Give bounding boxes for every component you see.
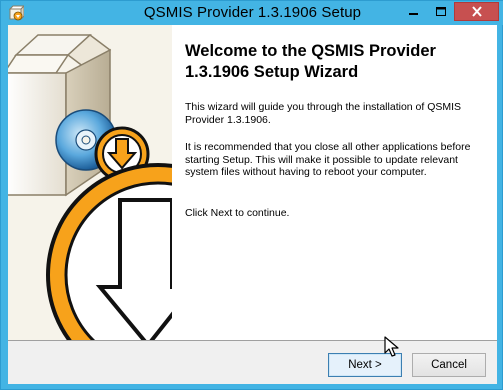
recommendation-text: It is recommended that you close all oth… xyxy=(185,141,471,178)
wizard-client-area: Welcome to the QSMIS Provider 1.3.1906 S… xyxy=(8,25,497,384)
wizard-footer: Next > Cancel xyxy=(8,341,497,384)
cancel-button[interactable]: Cancel xyxy=(412,353,486,377)
welcome-heading: Welcome to the QSMIS Provider 1.3.1906 S… xyxy=(185,42,436,81)
wizard-content: Welcome to the QSMIS Provider 1.3.1906 S… xyxy=(172,25,497,340)
minimize-button[interactable] xyxy=(401,2,427,21)
maximize-icon xyxy=(436,7,446,16)
minimize-icon xyxy=(409,12,418,15)
close-button[interactable] xyxy=(454,2,499,21)
intro-text: This wizard will guide you through the i… xyxy=(185,101,462,126)
installer-box-graphic xyxy=(8,34,172,340)
title-bar[interactable]: QSMIS Provider 1.3.1906 Setup xyxy=(1,1,503,25)
close-icon xyxy=(471,6,482,17)
maximize-button[interactable] xyxy=(428,2,454,21)
instruction-text: Click Next to continue. xyxy=(185,207,290,219)
mouse-cursor-icon xyxy=(384,336,399,357)
wizard-side-banner xyxy=(8,25,172,340)
installer-window: QSMIS Provider 1.3.1906 Setup Welcome to… xyxy=(0,0,503,390)
